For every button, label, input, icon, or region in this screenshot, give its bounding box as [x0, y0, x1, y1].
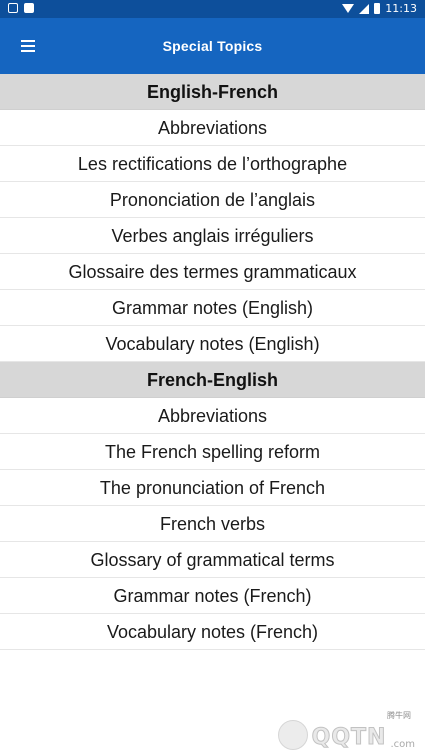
watermark-text: QQTN — [311, 725, 387, 750]
list-item-grammar-notes-french[interactable]: Grammar notes (French) — [0, 578, 425, 614]
page-title: Special Topics — [162, 38, 263, 54]
list-item-rectifications-orthographe[interactable]: Les rectifications de l’orthographe — [0, 146, 425, 182]
battery-icon — [374, 3, 381, 14]
app-bar: Special Topics — [0, 18, 425, 74]
watermark: QQTN .com 腾牛网 — [277, 711, 415, 750]
list-item-verbes-anglais[interactable]: Verbes anglais irréguliers — [0, 218, 425, 254]
system-icons: 11:13 — [342, 2, 417, 15]
list-item-french-verbs[interactable]: French verbs — [0, 506, 425, 542]
list-item-abbreviations-en[interactable]: Abbreviations — [0, 110, 425, 146]
watermark-suffix: .com — [390, 739, 415, 750]
watermark-logo-icon — [277, 720, 308, 750]
list-item-vocabulary-notes-french[interactable]: Vocabulary notes (French) — [0, 614, 425, 650]
status-time: 11:13 — [385, 2, 417, 15]
signal-icon — [359, 3, 370, 14]
topics-list: English-French Abbreviations Les rectifi… — [0, 74, 425, 650]
notification-image-icon — [24, 3, 34, 13]
watermark-small-text: 腾牛网 — [387, 711, 411, 720]
notification-icons — [8, 3, 34, 13]
list-item-grammar-notes-english[interactable]: Grammar notes (English) — [0, 290, 425, 326]
list-item-prononciation-anglais[interactable]: Prononciation de l’anglais — [0, 182, 425, 218]
status-bar: 11:13 — [0, 0, 425, 18]
list-item-glossary-grammatical-terms[interactable]: Glossary of grammatical terms — [0, 542, 425, 578]
list-item-pronunciation-french[interactable]: The pronunciation of French — [0, 470, 425, 506]
section-header-french-english: French-English — [0, 362, 425, 398]
wifi-icon — [342, 4, 355, 13]
list-item-french-spelling-reform[interactable]: The French spelling reform — [0, 434, 425, 470]
section-header-english-french: English-French — [0, 74, 425, 110]
list-item-abbreviations-fr[interactable]: Abbreviations — [0, 398, 425, 434]
notification-app-icon — [8, 3, 18, 13]
list-item-glossaire-termes[interactable]: Glossaire des termes grammaticaux — [0, 254, 425, 290]
list-item-vocabulary-notes-english[interactable]: Vocabulary notes (English) — [0, 326, 425, 362]
